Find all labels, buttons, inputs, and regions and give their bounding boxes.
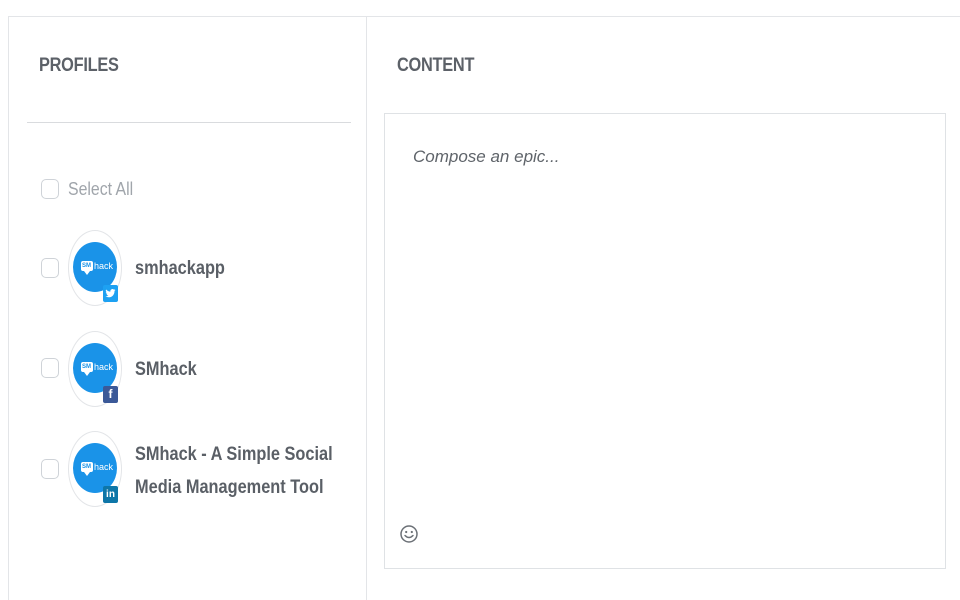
avatar: SM hack f <box>68 331 122 407</box>
avatar: SM hack in <box>68 431 122 507</box>
profile-name: SMhack - A Simple Social Media Managemen… <box>135 444 333 498</box>
profiles-panel: PROFILES Select All SM hack smhackapp SM… <box>9 17 367 600</box>
profile-checkbox[interactable] <box>41 258 59 278</box>
avatar: SM hack <box>68 230 122 306</box>
post-composer: PROFILES Select All SM hack smhackapp SM… <box>8 16 960 600</box>
profile-name: smhackapp <box>135 258 225 279</box>
profile-checkbox[interactable] <box>41 358 59 378</box>
linkedin-icon: in <box>103 486 118 503</box>
profile-item-smhackapp[interactable]: SM hack smhackapp <box>41 230 341 310</box>
profile-item-smhack-linkedin[interactable]: SM hack in SMhack - A Simple Social Medi… <box>41 431 341 521</box>
profile-name: SMhack <box>135 359 197 380</box>
content-heading: CONTENT <box>397 55 475 76</box>
compose-textarea[interactable] <box>385 114 945 514</box>
smiley-icon[interactable] <box>399 524 419 544</box>
select-all-row[interactable]: Select All <box>41 177 241 201</box>
profile-item-smhack-facebook[interactable]: SM hack f SMhack <box>41 331 341 411</box>
profile-checkbox[interactable] <box>41 459 59 479</box>
profiles-heading: PROFILES <box>39 55 119 76</box>
select-all-label: Select All <box>68 179 134 199</box>
compose-box <box>384 113 946 569</box>
profiles-divider <box>27 122 351 123</box>
content-panel: CONTENT <box>367 17 960 600</box>
facebook-icon: f <box>103 386 118 403</box>
twitter-icon <box>103 285 118 302</box>
select-all-checkbox[interactable] <box>41 179 59 199</box>
